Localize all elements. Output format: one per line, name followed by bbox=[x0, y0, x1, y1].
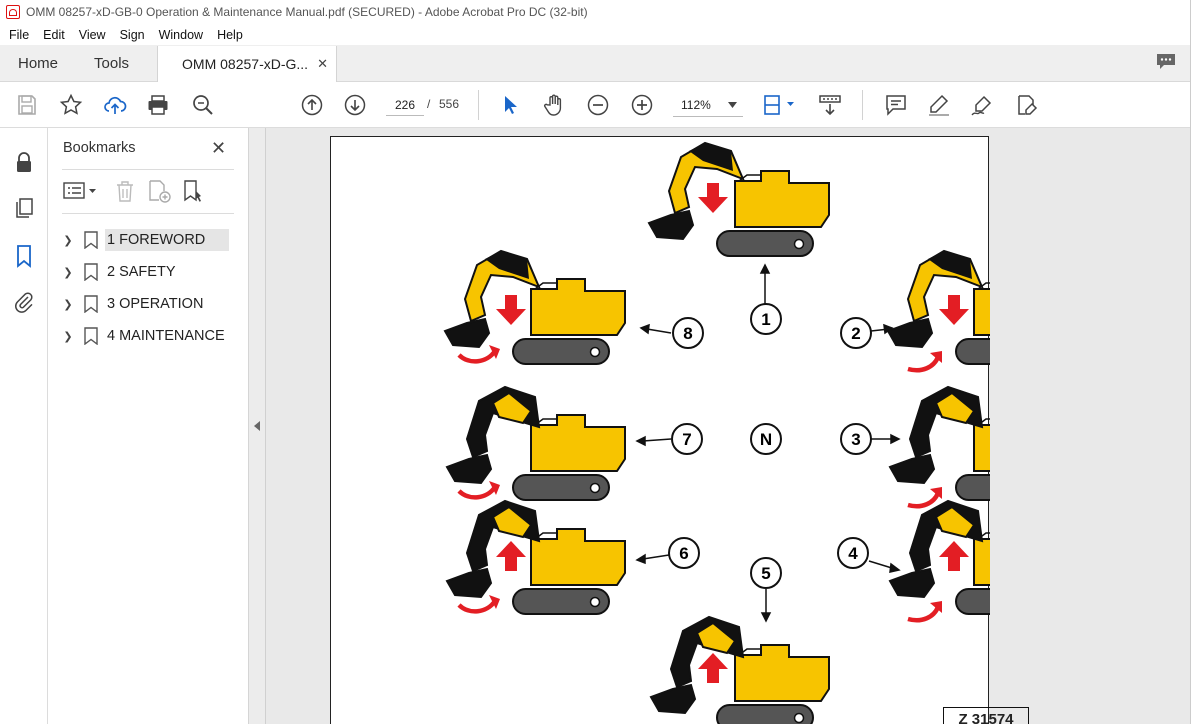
bookmark-icon bbox=[84, 327, 98, 345]
tab-close-icon[interactable]: ✕ bbox=[317, 56, 328, 72]
zoom-out-icon[interactable] bbox=[586, 93, 610, 117]
position-callout-2: 2 bbox=[840, 317, 872, 349]
chevron-right-icon[interactable]: ❯ bbox=[60, 298, 76, 311]
position-callout-3: 3 bbox=[840, 423, 872, 455]
new-bookmark-icon[interactable] bbox=[147, 179, 171, 203]
bookmark-list: ❯ 1 FOREWORD ❯ 2 SAFETY ❯ 3 OPERATION ❯ … bbox=[58, 224, 244, 352]
panel-divider bbox=[62, 213, 234, 214]
menu-bar: File Edit View Sign Window Help bbox=[0, 24, 1194, 45]
bookmark-icon bbox=[84, 295, 98, 313]
cloud-upload-icon[interactable] bbox=[103, 93, 127, 117]
add-comment-icon[interactable] bbox=[884, 93, 908, 117]
chevron-right-icon[interactable]: ❯ bbox=[60, 234, 76, 247]
menu-sign[interactable]: Sign bbox=[113, 28, 152, 42]
chevron-right-icon[interactable]: ❯ bbox=[60, 330, 76, 343]
position-callout-5: 5 bbox=[750, 557, 782, 589]
delete-bookmark-icon[interactable] bbox=[114, 179, 136, 203]
page-number-input[interactable] bbox=[386, 94, 424, 116]
toolbar: / 556 112% bbox=[0, 82, 1194, 128]
menu-edit[interactable]: Edit bbox=[36, 28, 72, 42]
zoom-value: 112% bbox=[681, 97, 711, 112]
scroll-mode-icon[interactable] bbox=[818, 93, 842, 117]
bookmark-label: 2 SAFETY bbox=[107, 264, 176, 280]
callout-label: 7 bbox=[682, 430, 691, 449]
bookmark-star-icon[interactable] bbox=[59, 93, 83, 117]
title-bar: OMM 08257-xD-GB-0 Operation & Maintenanc… bbox=[0, 0, 1194, 24]
tab-tools[interactable]: Tools bbox=[76, 45, 147, 81]
tab-home[interactable]: Home bbox=[0, 45, 76, 81]
chevron-down-icon bbox=[728, 101, 737, 108]
callout-label: 3 bbox=[851, 430, 860, 449]
draw-sign-icon[interactable] bbox=[970, 93, 994, 117]
bookmark-item-operation[interactable]: ❯ 3 OPERATION bbox=[58, 288, 244, 320]
bookmark-icon bbox=[84, 231, 98, 249]
position-callout-n: N bbox=[750, 423, 782, 455]
bookmark-label: 4 MAINTENANCE bbox=[107, 328, 225, 344]
zoom-in-icon[interactable] bbox=[630, 93, 654, 117]
bookmark-icon bbox=[84, 263, 98, 281]
toolbar-divider bbox=[862, 90, 863, 120]
bookmarks-title: Bookmarks bbox=[63, 140, 136, 156]
pdf-page: 1 2 3 4 5 6 7 8 N Z 31574 bbox=[330, 136, 1069, 724]
bookmark-item-safety[interactable]: ❯ 2 SAFETY bbox=[58, 256, 244, 288]
callout-label: 6 bbox=[679, 544, 688, 563]
menu-window[interactable]: Window bbox=[152, 28, 210, 42]
callout-label: 5 bbox=[761, 564, 770, 583]
position-callout-6: 6 bbox=[668, 537, 700, 569]
callout-label: 4 bbox=[848, 544, 858, 563]
menu-file[interactable]: File bbox=[2, 28, 36, 42]
tab-bar: Home Tools OMM 08257-xD-G... ✕ bbox=[0, 45, 1194, 82]
callout-label: 8 bbox=[683, 324, 692, 343]
bookmark-item-maintenance[interactable]: ❯ 4 MAINTENANCE bbox=[58, 320, 244, 352]
menu-view[interactable]: View bbox=[72, 28, 113, 42]
callout-label: 1 bbox=[761, 310, 770, 329]
bookmark-options-icon[interactable] bbox=[63, 179, 99, 203]
select-cursor-icon[interactable] bbox=[498, 93, 522, 117]
position-callout-8: 8 bbox=[672, 317, 704, 349]
next-page-icon[interactable] bbox=[343, 93, 367, 117]
position-callout-4: 4 bbox=[837, 537, 869, 569]
callout-label: N bbox=[760, 430, 772, 449]
position-callout-7: 7 bbox=[671, 423, 703, 455]
zoom-search-icon[interactable] bbox=[191, 93, 215, 117]
bookmarks-panel: Bookmarks ✕ ❯ 1 FOREWORD ❯ 2 SAFETY ❯ 3 … bbox=[48, 128, 249, 724]
callout-label: 2 bbox=[851, 324, 860, 343]
document-viewer[interactable]: 1 2 3 4 5 6 7 8 N Z 31574 bbox=[266, 128, 1190, 724]
bookmark-item-foreword[interactable]: ❯ 1 FOREWORD bbox=[58, 224, 244, 256]
menu-help[interactable]: Help bbox=[210, 28, 250, 42]
bookmark-label: 1 FOREWORD bbox=[105, 229, 230, 251]
edit-pdf-icon[interactable] bbox=[1014, 93, 1038, 117]
collapse-arrow-icon bbox=[254, 421, 260, 431]
page-separator: / bbox=[427, 97, 431, 111]
zoom-dropdown[interactable]: 112% bbox=[673, 93, 743, 117]
bookmark-label: 3 OPERATION bbox=[107, 296, 204, 312]
left-rail bbox=[0, 128, 48, 724]
highlight-pen-icon[interactable] bbox=[927, 93, 951, 117]
figure-reference: Z 31574 bbox=[943, 707, 1029, 724]
position-callout-1: 1 bbox=[750, 303, 782, 335]
save-icon[interactable] bbox=[15, 93, 39, 117]
panel-divider bbox=[62, 169, 234, 170]
page-total: 556 bbox=[439, 97, 460, 111]
comment-icon[interactable] bbox=[1156, 53, 1176, 70]
pages-thumbnail-icon[interactable] bbox=[12, 196, 36, 220]
window-title: OMM 08257-xD-GB-0 Operation & Maintenanc… bbox=[26, 5, 588, 19]
acrobat-icon bbox=[6, 5, 20, 19]
tab-document-label: OMM 08257-xD-G... bbox=[182, 56, 309, 72]
bookmarks-panel-icon[interactable] bbox=[12, 244, 36, 268]
tab-document[interactable]: OMM 08257-xD-G... ✕ bbox=[157, 46, 338, 82]
find-bookmark-icon[interactable] bbox=[182, 179, 206, 203]
lock-icon[interactable] bbox=[12, 150, 36, 174]
hand-tool-icon[interactable] bbox=[542, 93, 566, 117]
chevron-right-icon[interactable]: ❯ bbox=[60, 266, 76, 279]
bookmarks-close-icon[interactable]: ✕ bbox=[211, 138, 226, 159]
previous-page-icon[interactable] bbox=[300, 93, 324, 117]
attachment-icon[interactable] bbox=[12, 290, 36, 314]
excavator-positions-diagram: 1 2 3 4 5 6 7 8 N bbox=[444, 142, 1069, 724]
window-border bbox=[1190, 0, 1194, 724]
page-layout-icon[interactable] bbox=[762, 93, 796, 117]
panel-collapse-handle[interactable] bbox=[249, 128, 266, 724]
print-icon[interactable] bbox=[146, 93, 170, 117]
toolbar-divider bbox=[478, 90, 479, 120]
